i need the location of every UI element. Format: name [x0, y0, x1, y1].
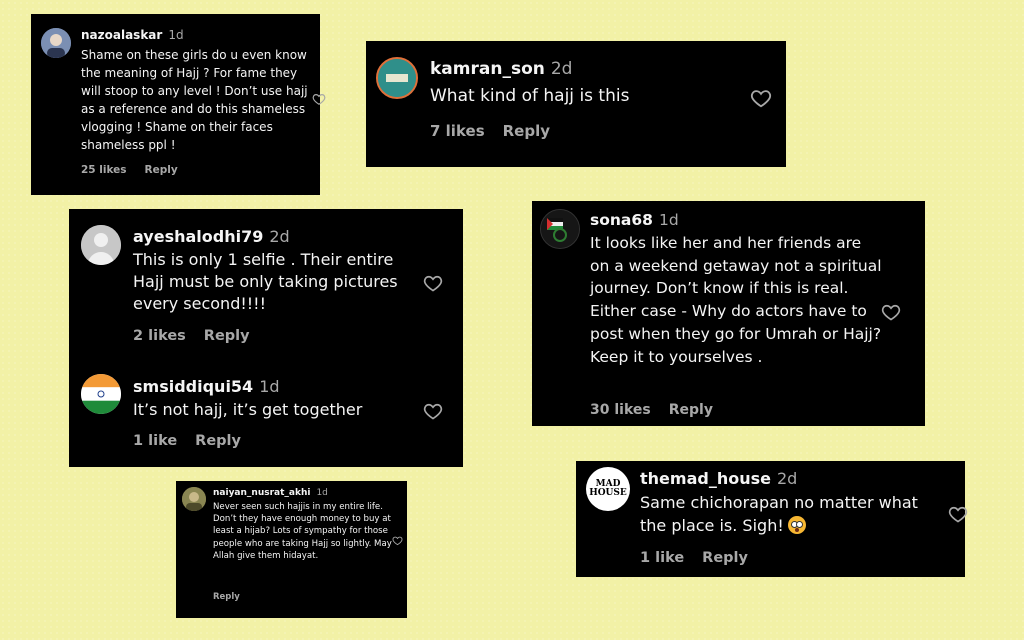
username[interactable]: naiyan_nusrat_akhi 1d [213, 488, 328, 498]
timestamp: 1d [316, 488, 328, 498]
username[interactable]: smsiddiqui54 1d [133, 377, 280, 396]
comment-text: Never seen such hajjis in my entire life… [213, 502, 392, 561]
comment-card-sona68: sona68 1d It looks like her and her frien… [532, 201, 925, 426]
avatar[interactable] [81, 374, 121, 414]
comment-text: It’s not hajj, it’s get together [133, 400, 363, 419]
heart-icon[interactable] [881, 302, 901, 322]
comment-card-nazoalaskar: nazoalaskar 1d Shame on these girls do u … [31, 14, 326, 195]
timestamp: 2d [550, 59, 573, 79]
comment-card-naiyan-nusrat-akhi: naiyan_nusrat_akhi 1d Never seen such haj… [176, 481, 407, 618]
timestamp: 2d [269, 227, 290, 246]
comment-meta: 2 likes Reply [133, 328, 250, 344]
likes-count[interactable]: 1 like [133, 433, 177, 449]
reply-button[interactable]: Reply [213, 592, 240, 602]
timestamp: 2d [776, 469, 798, 488]
reply-button[interactable]: Reply [145, 164, 178, 176]
heart-icon[interactable] [423, 273, 443, 293]
heart-icon[interactable] [312, 92, 326, 106]
comment-card-pair: ayeshalodhi79 2d This is only 1 selfie . … [69, 209, 463, 467]
likes-count[interactable]: 2 likes [133, 328, 186, 344]
reply-button[interactable]: Reply [503, 122, 550, 140]
timestamp: 1d [658, 211, 679, 229]
username[interactable]: ayeshalodhi79 2d [133, 227, 290, 246]
username[interactable]: kamran_son 2d [430, 59, 572, 79]
timestamp: 1d [259, 377, 280, 396]
heart-icon[interactable] [392, 535, 403, 546]
comment-meta: 25 likes Reply [81, 164, 178, 176]
comment-text: It looks like her and her friends are on… [590, 234, 882, 366]
username[interactable]: nazoalaskar 1d [81, 28, 184, 42]
heart-icon[interactable] [750, 87, 772, 109]
avatar[interactable] [540, 209, 580, 249]
heart-icon[interactable] [423, 401, 443, 421]
reply-button[interactable]: Reply [702, 550, 748, 566]
likes-count[interactable]: 7 likes [430, 122, 485, 140]
avatar[interactable]: MAD HOUSE [586, 467, 630, 511]
comment-meta: Reply [213, 592, 240, 602]
comment-meta: 1 like Reply [133, 433, 241, 449]
username[interactable]: themad_house 2d [640, 469, 797, 488]
reply-button[interactable]: Reply [195, 433, 241, 449]
likes-count[interactable]: 1 like [640, 550, 684, 566]
timestamp: 1d [168, 28, 184, 42]
avatar[interactable] [41, 28, 71, 58]
comment-text: What kind of hajj is this [430, 86, 630, 106]
avatar[interactable] [376, 57, 418, 99]
mad-house-logo: MAD HOUSE [589, 479, 627, 498]
likes-count[interactable]: 25 likes [81, 164, 127, 176]
likes-count[interactable]: 30 likes [590, 402, 651, 418]
reply-button[interactable]: Reply [204, 328, 250, 344]
comment-meta: 30 likes Reply [590, 402, 713, 418]
comment-text: This is only 1 selfie . Their entire Haj… [133, 250, 398, 313]
comment-text: Shame on these girls do u even know the … [81, 48, 308, 152]
comment-text: Same chichorapan no matter what the plac… [640, 493, 918, 535]
comment-card-kamran-son: kamran_son 2d What kind of hajj is this 7… [366, 41, 786, 167]
comment-meta: 7 likes Reply [430, 122, 550, 140]
username[interactable]: sona68 1d [590, 211, 679, 229]
reply-button[interactable]: Reply [669, 402, 713, 418]
heart-icon[interactable] [948, 504, 968, 524]
avatar[interactable] [81, 225, 121, 265]
flushed-face-emoji [787, 516, 806, 534]
comment-card-themad-house: MAD HOUSE themad_house 2d Same chichorapan… [576, 461, 968, 577]
comment-meta: 1 like Reply [640, 550, 748, 566]
avatar[interactable] [182, 487, 206, 511]
